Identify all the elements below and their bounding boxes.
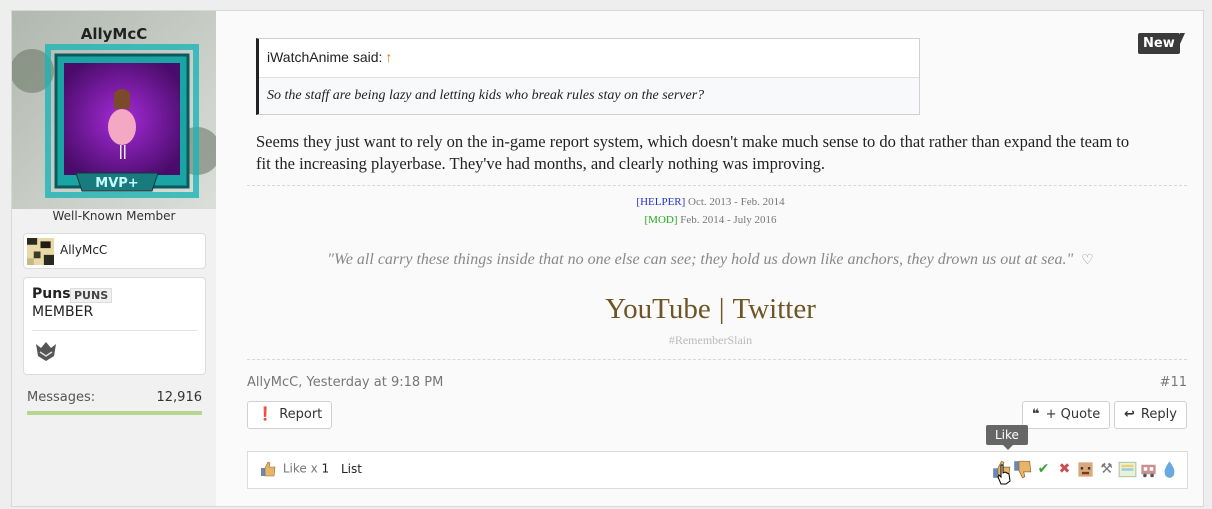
- rank-title: MEMBER: [32, 304, 94, 320]
- reply-button[interactable]: ↩ Reply: [1114, 401, 1187, 429]
- report-label: Report: [279, 407, 323, 422]
- mod-role: [MOD]: [644, 214, 678, 226]
- funny-icon[interactable]: [1076, 460, 1095, 479]
- ign-name: AllyMcC: [60, 243, 108, 257]
- helper-dates: Oct. 2013 - Feb. 2014: [688, 196, 785, 208]
- wolf-emblem-icon: [36, 342, 56, 361]
- post-body: Seems they just want to rely on the in-g…: [256, 132, 1130, 173]
- heart-icon: ♡: [1081, 253, 1094, 268]
- reply-label: Reply: [1140, 407, 1177, 422]
- signature-links: YouTube | Twitter: [216, 293, 1205, 326]
- mvp-badge-text: MVP+: [95, 176, 138, 191]
- user-title: Well-Known Member: [52, 209, 176, 223]
- quote-attribution: iWatchAnime said: ↑: [267, 49, 392, 65]
- quote-jump-arrow-icon[interactable]: ↑: [385, 49, 392, 65]
- helper-role: [HELPER]: [636, 196, 686, 208]
- twitter-link[interactable]: Twitter: [733, 293, 816, 325]
- signature-role-mod: [MOD] Feb. 2014 - July 2016: [216, 214, 1205, 226]
- quote-icon: ❝: [1032, 407, 1040, 422]
- meta-divider: [247, 359, 1187, 360]
- ign-box[interactable]: AllyMcC: [23, 233, 206, 269]
- user-sidebar: MVP+ AllyMcC Well-Known Member AllyMcC P…: [12, 11, 216, 506]
- agree-icon[interactable]: ✔: [1034, 460, 1053, 479]
- new-badge: New: [1138, 33, 1185, 54]
- messages-label: Messages:: [27, 390, 96, 405]
- messages-progress-fill: [27, 411, 202, 415]
- like-tooltip: Like: [986, 425, 1028, 450]
- dislike-icon[interactable]: [1013, 460, 1032, 479]
- quote-button[interactable]: ❝ + Quote: [1022, 401, 1111, 429]
- signature-quote-text: "We all carry these things inside that n…: [327, 251, 1074, 268]
- rank-name: Puns: [32, 286, 71, 302]
- post-author-time[interactable]: AllyMcC, Yesterday at 9:18 PM: [247, 375, 443, 390]
- username[interactable]: AllyMcC: [12, 25, 216, 43]
- rating-summary: Like x 1 List: [260, 461, 362, 477]
- rank-divider: [32, 330, 197, 331]
- post-number[interactable]: #11: [1160, 375, 1187, 390]
- quote-block: iWatchAnime said: ↑ So the staff are bein…: [256, 38, 920, 115]
- signature-quote: "We all carry these things inside that n…: [216, 251, 1205, 269]
- quote-author: iWatchAnime said:: [267, 49, 383, 65]
- rank-tag: PUNS: [70, 288, 113, 303]
- signature-divider: [247, 185, 1187, 186]
- like-summary-label: Like x: [282, 461, 318, 476]
- signature-hashtag: #RememberSlain: [668, 333, 753, 347]
- warning-icon: ❗: [257, 407, 274, 422]
- ratings-list-link[interactable]: List: [341, 462, 362, 476]
- rating-icons: ✔ ✖ ⚒: [992, 460, 1179, 479]
- tools-icon[interactable]: ⚒: [1097, 460, 1116, 479]
- forum-post: MVP+ AllyMcC Well-Known Member AllyMcC P…: [11, 10, 1204, 507]
- messages-count: 12,916: [156, 390, 203, 405]
- rating-bar: Like x 1 List ✔ ✖ ⚒: [247, 451, 1188, 489]
- rank-box: Puns PUNS MEMBER: [23, 277, 206, 375]
- player-head-icon: [27, 238, 54, 265]
- hand-cursor-icon: [997, 464, 1011, 485]
- rainbow-icon[interactable]: [1118, 460, 1137, 479]
- messages-progress-bar: [27, 411, 202, 415]
- like-count: 1: [321, 461, 330, 476]
- like-summary-icon: [261, 461, 276, 477]
- youtube-link[interactable]: YouTube: [605, 293, 711, 325]
- quote-label: + Quote: [1045, 407, 1101, 422]
- reply-icon: ↩: [1124, 407, 1135, 422]
- signature-role-helper: [HELPER] Oct. 2013 - Feb. 2014: [216, 196, 1205, 208]
- link-separator: |: [718, 293, 725, 325]
- quote-text: So the staff are being lazy and letting …: [259, 77, 919, 114]
- mod-dates: Feb. 2014 - July 2016: [680, 214, 777, 226]
- train-icon[interactable]: [1139, 460, 1158, 479]
- report-button[interactable]: ❗ Report: [247, 401, 333, 429]
- post-content: New iWatchAnime said: ↑ So the staff are …: [216, 11, 1205, 506]
- water-drop-icon[interactable]: [1160, 460, 1179, 479]
- disagree-icon[interactable]: ✖: [1055, 460, 1074, 479]
